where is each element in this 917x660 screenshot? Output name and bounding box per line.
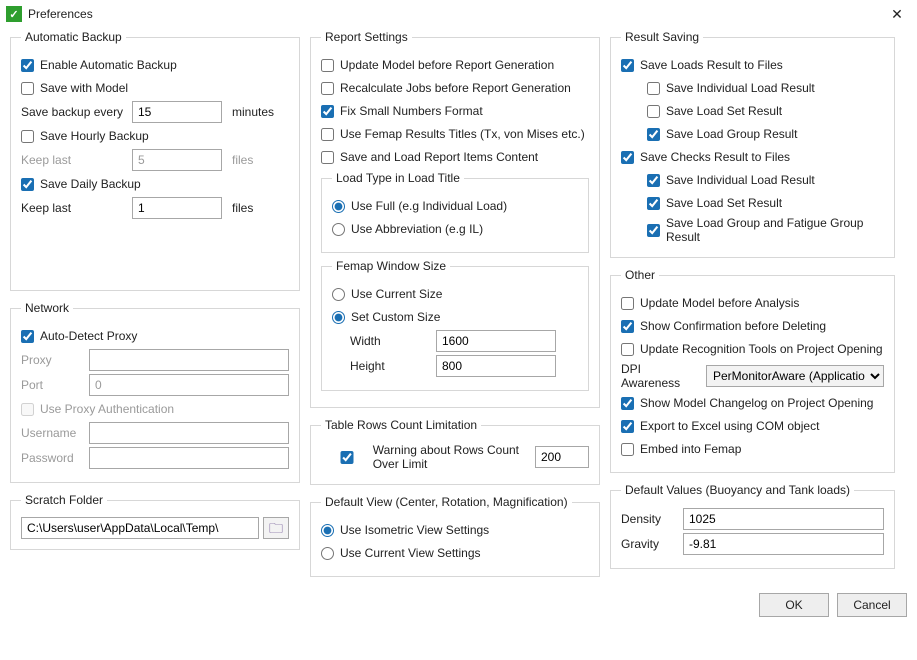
- other-legend: Other: [621, 268, 659, 282]
- result-saving-group: Result Saving Save Loads Result to Files…: [610, 30, 895, 258]
- export-com-checkbox[interactable]: Export to Excel using COM object: [621, 419, 819, 433]
- daily-files-suffix: files: [232, 201, 253, 215]
- minutes-suffix: minutes: [232, 105, 274, 119]
- window-title: Preferences: [28, 7, 93, 21]
- femap-width-input[interactable]: [436, 330, 556, 352]
- save-checks-to-files-checkbox[interactable]: Save Checks Result to Files: [621, 150, 790, 164]
- update-recognition-checkbox[interactable]: Update Recognition Tools on Project Open…: [621, 342, 883, 356]
- density-label: Density: [621, 512, 677, 526]
- ok-button[interactable]: OK: [759, 593, 829, 617]
- other-group: Other Update Model before Analysis Show …: [610, 268, 895, 473]
- password-input: [89, 447, 289, 469]
- checks-group-checkbox[interactable]: Save Load Group and Fatigue Group Result: [647, 216, 884, 244]
- auto-detect-proxy-checkbox[interactable]: Auto-Detect Proxy: [21, 329, 137, 343]
- default-view-legend: Default View (Center, Rotation, Magnific…: [321, 495, 572, 509]
- rows-limit-input[interactable]: [535, 446, 589, 468]
- default-view-group: Default View (Center, Rotation, Magnific…: [310, 495, 600, 577]
- port-input: [89, 374, 289, 396]
- password-label: Password: [21, 451, 83, 465]
- density-input[interactable]: [683, 508, 884, 530]
- hourly-files-suffix: files: [232, 153, 253, 167]
- username-input: [89, 422, 289, 444]
- scratch-folder-legend: Scratch Folder: [21, 493, 107, 507]
- femap-height-label: Height: [350, 359, 430, 373]
- rows-limit-group: Table Rows Count Limitation Warning abou…: [310, 418, 600, 485]
- loads-indiv-checkbox[interactable]: Save Individual Load Result: [647, 81, 815, 95]
- load-type-group: Load Type in Load Title Use Full (e.g In…: [321, 171, 589, 253]
- save-daily-backup-checkbox[interactable]: Save Daily Backup: [21, 177, 141, 191]
- username-label: Username: [21, 426, 83, 440]
- hourly-keep-last-input: [132, 149, 222, 171]
- default-view-iso-radio[interactable]: Use Isometric View Settings: [321, 523, 489, 537]
- gravity-label: Gravity: [621, 537, 677, 551]
- default-values-legend: Default Values (Buoyancy and Tank loads): [621, 483, 854, 497]
- network-group: Network Auto-Detect Proxy Proxy Port Use…: [10, 301, 300, 483]
- rows-limit-legend: Table Rows Count Limitation: [321, 418, 481, 432]
- dialog-buttons: OK Cancel: [0, 587, 917, 627]
- default-view-current-radio[interactable]: Use Current View Settings: [321, 546, 481, 560]
- report-settings-legend: Report Settings: [321, 30, 412, 44]
- proxy-input: [89, 349, 289, 371]
- enable-auto-backup-checkbox[interactable]: Enable Automatic Backup: [21, 58, 177, 72]
- report-settings-group: Report Settings Update Model before Repo…: [310, 30, 600, 408]
- save-with-model-checkbox[interactable]: Save with Model: [21, 81, 128, 95]
- daily-keep-last-label: Keep last: [21, 201, 126, 215]
- window-close-button[interactable]: ✕: [885, 4, 909, 24]
- cancel-button[interactable]: Cancel: [837, 593, 907, 617]
- network-legend: Network: [21, 301, 73, 315]
- save-loads-to-files-checkbox[interactable]: Save Loads Result to Files: [621, 58, 783, 72]
- scratch-folder-group: Scratch Folder 🗀: [10, 493, 300, 550]
- proxy-label: Proxy: [21, 353, 83, 367]
- femap-window-size-group: Femap Window Size Use Current Size Set C…: [321, 259, 589, 391]
- hourly-keep-last-label: Keep last: [21, 153, 126, 167]
- automatic-backup-legend: Automatic Backup: [21, 30, 126, 44]
- recalc-jobs-checkbox[interactable]: Recalculate Jobs before Report Generatio…: [321, 81, 571, 95]
- load-type-full-radio[interactable]: Use Full (e.g Individual Load): [332, 199, 507, 213]
- femap-height-input[interactable]: [436, 355, 556, 377]
- show-changelog-checkbox[interactable]: Show Model Changelog on Project Opening: [621, 396, 873, 410]
- checks-set-checkbox[interactable]: Save Load Set Result: [647, 196, 782, 210]
- default-values-group: Default Values (Buoyancy and Tank loads)…: [610, 483, 895, 569]
- femap-set-custom-radio[interactable]: Set Custom Size: [332, 310, 440, 324]
- confirm-delete-checkbox[interactable]: Show Confirmation before Deleting: [621, 319, 826, 333]
- use-femap-titles-checkbox[interactable]: Use Femap Results Titles (Tx, von Mises …: [321, 127, 585, 141]
- femap-use-current-radio[interactable]: Use Current Size: [332, 287, 442, 301]
- checks-indiv-checkbox[interactable]: Save Individual Load Result: [647, 173, 815, 187]
- browse-folder-button[interactable]: 🗀: [263, 517, 289, 539]
- daily-keep-last-input[interactable]: [132, 197, 222, 219]
- scratch-folder-input[interactable]: [21, 517, 259, 539]
- load-type-legend: Load Type in Load Title: [332, 171, 464, 185]
- automatic-backup-group: Automatic Backup Enable Automatic Backup…: [10, 30, 300, 291]
- dpi-awareness-label: DPI Awareness: [621, 362, 700, 390]
- app-icon: [6, 6, 22, 22]
- update-before-analysis-checkbox[interactable]: Update Model before Analysis: [621, 296, 799, 310]
- rows-limit-warning-checkbox[interactable]: Warning about Rows Count Over Limit: [321, 443, 523, 471]
- embed-femap-checkbox[interactable]: Embed into Femap: [621, 442, 741, 456]
- update-model-report-checkbox[interactable]: Update Model before Report Generation: [321, 58, 554, 72]
- fix-small-numbers-checkbox[interactable]: Fix Small Numbers Format: [321, 104, 483, 118]
- femap-width-label: Width: [350, 334, 430, 348]
- femap-window-size-legend: Femap Window Size: [332, 259, 450, 273]
- loads-group-checkbox[interactable]: Save Load Group Result: [647, 127, 797, 141]
- use-proxy-auth-checkbox[interactable]: Use Proxy Authentication: [21, 402, 174, 416]
- save-backup-every-label: Save backup every: [21, 105, 126, 119]
- save-backup-every-input[interactable]: [132, 101, 222, 123]
- save-hourly-backup-checkbox[interactable]: Save Hourly Backup: [21, 129, 149, 143]
- title-bar: Preferences ✕: [0, 0, 917, 26]
- save-load-items-checkbox[interactable]: Save and Load Report Items Content: [321, 150, 538, 164]
- port-label: Port: [21, 378, 83, 392]
- load-type-abbr-radio[interactable]: Use Abbreviation (e.g IL): [332, 222, 483, 236]
- result-saving-legend: Result Saving: [621, 30, 703, 44]
- folder-icon: 🗀: [269, 521, 283, 535]
- dpi-awareness-select[interactable]: PerMonitorAware (Applicatio: [706, 365, 884, 387]
- loads-set-checkbox[interactable]: Save Load Set Result: [647, 104, 782, 118]
- gravity-input[interactable]: [683, 533, 884, 555]
